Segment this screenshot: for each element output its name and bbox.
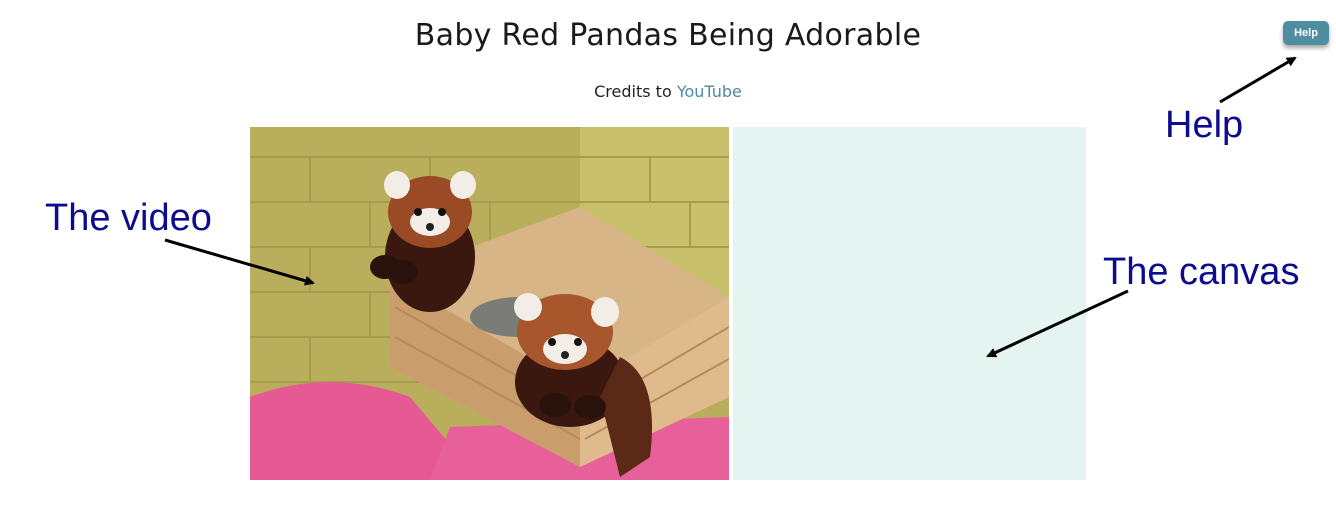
video-player[interactable] [250,127,729,480]
page-title: Baby Red Pandas Being Adorable [414,18,922,53]
help-button[interactable]: Help [1283,21,1329,45]
drawing-canvas[interactable] [733,127,1086,480]
canvas-annotation-label: The canvas [1103,251,1300,293]
credits-line: Credits to YouTube [0,82,1336,101]
help-annotation-label: Help [1165,104,1244,146]
video-annotation-label: The video [45,197,212,239]
page: Baby Red Pandas Being Adorable Credits t… [0,0,1336,508]
red-panda-video-frame [250,127,729,480]
youtube-link[interactable]: YouTube [677,82,742,101]
credits-prefix: Credits to [594,82,677,101]
